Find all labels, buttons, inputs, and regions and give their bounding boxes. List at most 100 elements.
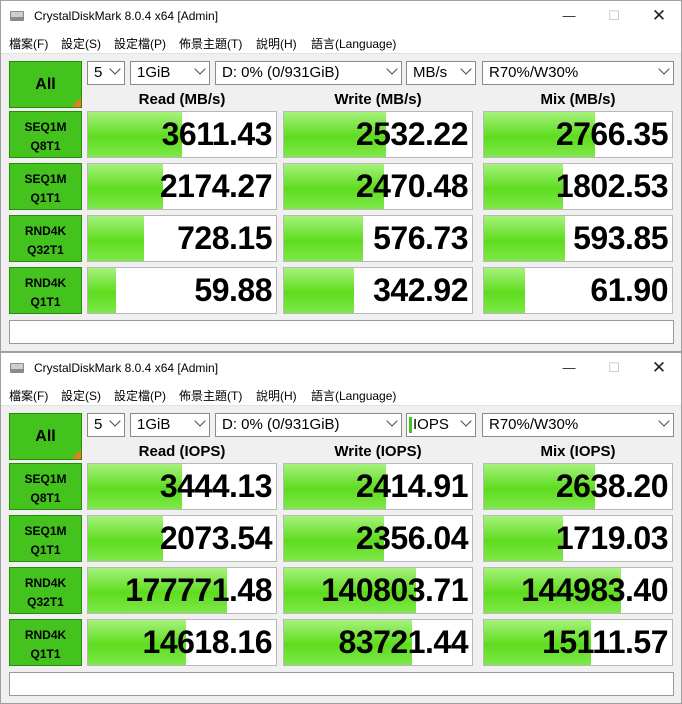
result-cell: 61.90 bbox=[483, 267, 673, 314]
result-bar bbox=[88, 516, 164, 561]
result-value: 15111.57 bbox=[542, 624, 668, 660]
menu-item[interactable]: 設定(S) bbox=[61, 387, 101, 404]
result-value: 2356.04 bbox=[355, 520, 469, 556]
column-header: Mix (IOPS) bbox=[540, 443, 616, 460]
mix-select[interactable]: R70%/W30% bbox=[482, 413, 674, 437]
all-button[interactable]: All bbox=[9, 61, 82, 108]
result-cell: 83721.44 bbox=[283, 619, 473, 666]
all-button[interactable]: All bbox=[9, 413, 82, 460]
disk-app-icon bbox=[10, 363, 24, 373]
test-button[interactable]: SEQ1M Q8T1 bbox=[9, 463, 82, 510]
menu-item[interactable]: 檔案(F) bbox=[9, 387, 48, 404]
result-cell: 2470.48 bbox=[283, 163, 473, 210]
result-value: 83721.44 bbox=[338, 624, 469, 660]
minimize-icon[interactable]: — bbox=[546, 1, 592, 31]
test-button[interactable]: SEQ1M Q1T1 bbox=[9, 515, 82, 562]
count-select[interactable]: 5 bbox=[87, 413, 125, 437]
column-header: Write (MB/s) bbox=[334, 91, 422, 108]
test-button[interactable]: RND4K Q1T1 bbox=[9, 267, 82, 314]
test-button[interactable]: RND4K Q1T1 bbox=[9, 619, 82, 666]
result-bar bbox=[284, 268, 354, 313]
test-params: Q8T1 bbox=[30, 491, 61, 505]
result-cell: 140803.71 bbox=[283, 567, 473, 614]
menu-item[interactable]: 語言(Language) bbox=[311, 387, 396, 404]
result-value: 14618.16 bbox=[142, 624, 273, 660]
maximize-icon[interactable]: ☐ bbox=[591, 353, 637, 383]
close-icon[interactable]: ✕ bbox=[636, 1, 682, 31]
test-button[interactable]: RND4K Q32T1 bbox=[9, 567, 82, 614]
size-select[interactable]: 1GiB bbox=[130, 61, 210, 85]
chevron-down-icon bbox=[194, 63, 206, 75]
menu-item[interactable]: 佈景主題(T) bbox=[179, 387, 242, 404]
result-cell: 14618.16 bbox=[87, 619, 277, 666]
menu-item[interactable]: 設定(S) bbox=[61, 35, 101, 52]
drive-select[interactable]: D: 0% (0/931GiB) bbox=[215, 413, 402, 437]
result-value: 2414.91 bbox=[355, 468, 469, 504]
size-select[interactable]: 1GiB bbox=[130, 413, 210, 437]
chevron-down-icon bbox=[658, 415, 670, 427]
window-title: CrystalDiskMark 8.0.4 x64 [Admin] bbox=[34, 361, 219, 375]
unit-select[interactable]: MB/s bbox=[406, 61, 476, 85]
chevron-down-icon bbox=[658, 63, 670, 75]
menu-item[interactable]: 說明(H) bbox=[256, 387, 297, 404]
result-bar bbox=[484, 268, 526, 313]
result-bar bbox=[88, 268, 117, 313]
drive-select[interactable]: D: 0% (0/931GiB) bbox=[215, 61, 402, 85]
chevron-down-icon bbox=[460, 63, 472, 75]
test-params: Q8T1 bbox=[30, 139, 61, 153]
menu-item[interactable]: 佈景主題(T) bbox=[179, 35, 242, 52]
cdm-window: CrystalDiskMark 8.0.4 x64 [Admin] — ☐ ✕ 檔案(F… bbox=[0, 0, 682, 352]
result-value: 342.92 bbox=[373, 272, 468, 308]
unit-select[interactable]: IOPS bbox=[406, 413, 476, 437]
column-header: Write (IOPS) bbox=[334, 443, 422, 460]
unit-indicator bbox=[409, 417, 412, 433]
maximize-icon[interactable]: ☐ bbox=[591, 1, 637, 31]
menu-item[interactable]: 說明(H) bbox=[256, 35, 297, 52]
menu-item[interactable]: 檔案(F) bbox=[9, 35, 48, 52]
result-value: 1719.03 bbox=[555, 520, 669, 556]
test-button[interactable]: SEQ1M Q1T1 bbox=[9, 163, 82, 210]
test-name: RND4K bbox=[24, 276, 67, 290]
result-value: 2638.20 bbox=[555, 468, 669, 504]
all-label: All bbox=[35, 76, 56, 93]
test-button[interactable]: SEQ1M Q8T1 bbox=[9, 111, 82, 158]
result-cell: 2356.04 bbox=[283, 515, 473, 562]
column-header: Mix (MB/s) bbox=[540, 91, 616, 108]
result-value: 3444.13 bbox=[159, 468, 273, 504]
result-value: 593.85 bbox=[573, 220, 668, 256]
result-cell: 342.92 bbox=[283, 267, 473, 314]
test-button[interactable]: RND4K Q32T1 bbox=[9, 215, 82, 262]
result-value: 2766.35 bbox=[555, 116, 669, 152]
cdm-window: CrystalDiskMark 8.0.4 x64 [Admin] — ☐ ✕ 檔案(F… bbox=[0, 352, 682, 704]
minimize-icon[interactable]: — bbox=[546, 353, 592, 383]
comment-field[interactable] bbox=[9, 320, 674, 344]
count-select[interactable]: 5 bbox=[87, 61, 125, 85]
result-cell: 1719.03 bbox=[483, 515, 673, 562]
result-value: 2174.27 bbox=[159, 168, 273, 204]
result-value: 3611.43 bbox=[161, 116, 273, 152]
menu-item[interactable]: 設定檔(P) bbox=[114, 387, 166, 404]
chevron-down-icon bbox=[386, 415, 398, 427]
test-name: SEQ1M bbox=[24, 172, 67, 186]
close-icon[interactable]: ✕ bbox=[636, 353, 682, 383]
mix-select[interactable]: R70%/W30% bbox=[482, 61, 674, 85]
result-cell: 3444.13 bbox=[87, 463, 277, 510]
result-value: 59.88 bbox=[194, 272, 272, 308]
title-bar[interactable]: CrystalDiskMark 8.0.4 x64 [Admin] — ☐ ✕ bbox=[1, 353, 681, 383]
chevron-down-icon bbox=[460, 415, 472, 427]
menu-item[interactable]: 設定檔(P) bbox=[114, 35, 166, 52]
test-name: SEQ1M bbox=[24, 524, 67, 538]
result-cell: 3611.43 bbox=[87, 111, 277, 158]
column-header: Read (MB/s) bbox=[138, 91, 226, 108]
menu-item[interactable]: 語言(Language) bbox=[311, 35, 396, 52]
corner-marker bbox=[72, 98, 81, 107]
result-value: 576.73 bbox=[373, 220, 468, 256]
test-params: Q1T1 bbox=[30, 543, 61, 557]
title-bar[interactable]: CrystalDiskMark 8.0.4 x64 [Admin] — ☐ ✕ bbox=[1, 1, 681, 31]
test-params: Q1T1 bbox=[30, 295, 61, 309]
test-name: RND4K bbox=[24, 224, 67, 238]
result-bar bbox=[484, 164, 563, 209]
comment-field[interactable] bbox=[9, 672, 674, 696]
result-cell: 593.85 bbox=[483, 215, 673, 262]
result-cell: 2414.91 bbox=[283, 463, 473, 510]
